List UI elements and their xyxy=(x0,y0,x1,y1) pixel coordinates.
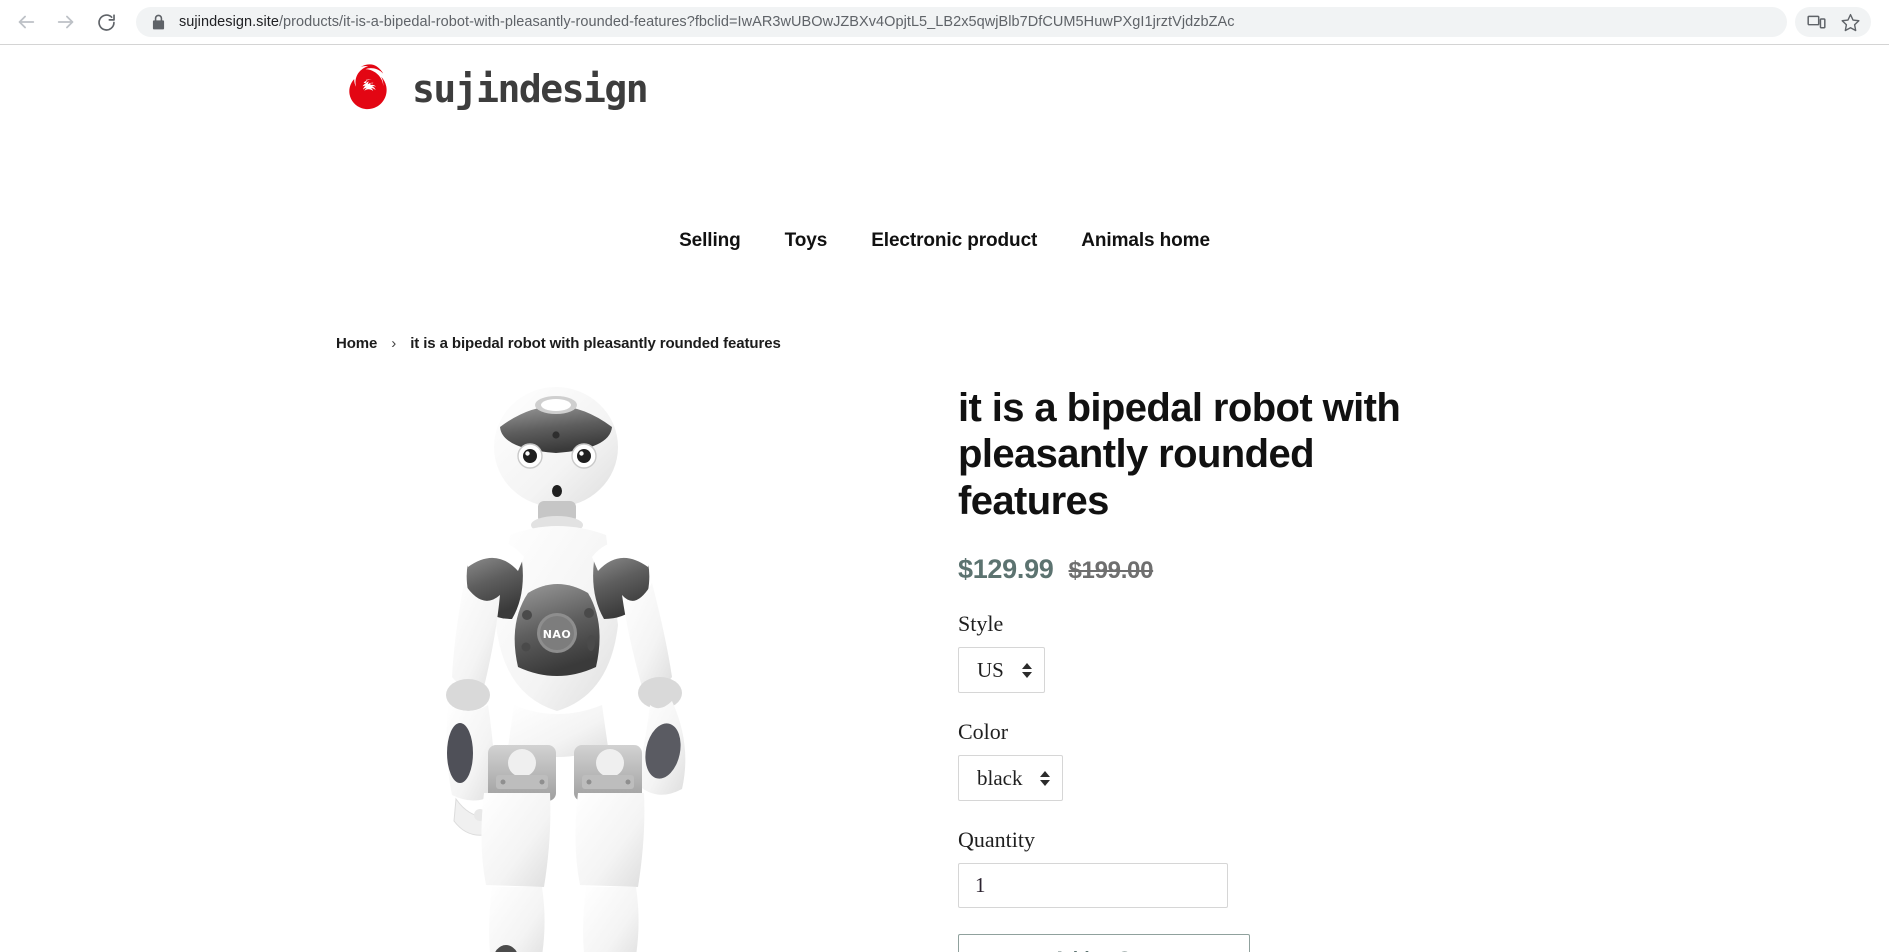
svg-text:NAO: NAO xyxy=(543,628,572,641)
reload-icon xyxy=(96,12,117,33)
nav-item-animals-home[interactable]: Animals home xyxy=(1059,230,1232,252)
color-label: Color xyxy=(958,719,1009,745)
site-logo[interactable]: sujindesign xyxy=(342,61,649,117)
nao-humanoid-robot-photo: NAO xyxy=(360,375,880,952)
color-select[interactable]: black xyxy=(958,755,1064,802)
nav-item-selling[interactable]: Selling xyxy=(657,230,763,252)
main-navigation: Selling Toys Electronic product Animals … xyxy=(0,230,1889,252)
price-row: $129.99 $199.00 xyxy=(958,554,1598,585)
breadcrumb-home-link[interactable]: Home xyxy=(336,335,377,352)
address-bar[interactable]: sujindesign.site/products/it-is-a-bipeda… xyxy=(136,7,1787,37)
url-path: /products/it-is-a-bipedal-robot-with-ple… xyxy=(278,14,1235,30)
style-selected-value: US xyxy=(977,657,1004,682)
quantity-label: Quantity xyxy=(958,827,1035,853)
product-details: it is a bipedal robot with pleasantly ro… xyxy=(958,385,1598,952)
style-label: Style xyxy=(958,611,1004,637)
nav-item-electronic-product[interactable]: Electronic product xyxy=(849,230,1059,252)
style-field: Style US xyxy=(958,611,1598,694)
nav-item-toys[interactable]: Toys xyxy=(763,230,850,252)
url-host: sujindesign.site xyxy=(179,14,279,30)
cast-button[interactable] xyxy=(1799,7,1833,37)
quantity-input[interactable] xyxy=(958,863,1228,909)
add-to-cart-button[interactable]: Add to Cart xyxy=(958,934,1250,952)
page-content: sujindesign Selling Toys Electronic prod… xyxy=(0,45,1889,952)
dragon-emblem-icon xyxy=(342,61,398,117)
browser-action-buttons xyxy=(1795,7,1871,37)
bookmark-star-icon xyxy=(1840,12,1861,33)
style-select[interactable]: US xyxy=(958,647,1045,694)
product-image[interactable]: NAO xyxy=(360,375,880,952)
breadcrumb-current: it is a bipedal robot with pleasantly ro… xyxy=(410,335,781,352)
page-title: it is a bipedal robot with pleasantly ro… xyxy=(958,386,1401,523)
logo-wordmark: sujindesign xyxy=(412,67,649,111)
cast-devices-icon xyxy=(1806,12,1827,33)
browser-toolbar: sujindesign.site/products/it-is-a-bipeda… xyxy=(0,0,1889,45)
chevron-updown-icon xyxy=(1021,662,1032,678)
sale-price: $129.99 xyxy=(958,554,1054,585)
back-button[interactable] xyxy=(6,2,46,42)
chevron-updown-icon xyxy=(1040,770,1051,786)
reload-button[interactable] xyxy=(86,2,126,42)
back-arrow-icon xyxy=(15,11,37,33)
compare-at-price: $199.00 xyxy=(1068,557,1154,585)
browser-nav-buttons xyxy=(0,2,126,42)
color-selected-value: black xyxy=(977,765,1023,790)
breadcrumb-separator-icon: › xyxy=(391,335,397,352)
bookmark-button[interactable] xyxy=(1833,7,1867,37)
url-text: sujindesign.site/products/it-is-a-bipeda… xyxy=(179,7,1235,37)
breadcrumb: Home › it is a bipedal robot with pleasa… xyxy=(336,335,781,352)
color-field: Color black xyxy=(958,719,1598,802)
forward-button[interactable] xyxy=(46,2,86,42)
forward-arrow-icon xyxy=(55,11,77,33)
quantity-field: Quantity xyxy=(958,827,1598,909)
lock-icon xyxy=(152,14,165,30)
